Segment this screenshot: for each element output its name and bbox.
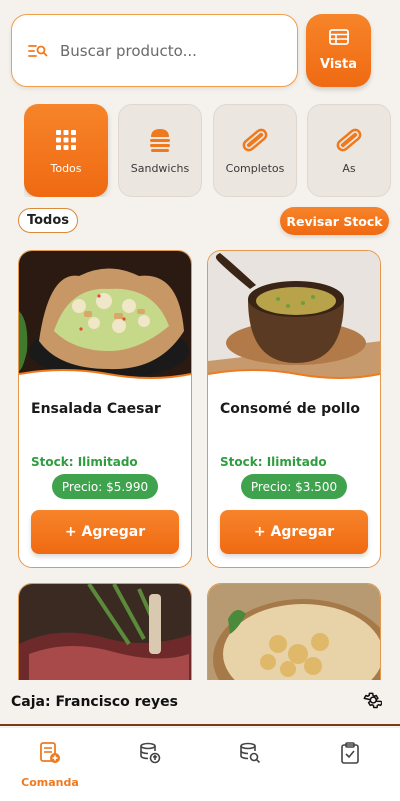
tab-upload[interactable] <box>120 742 180 768</box>
product-card[interactable]: Ensalada Caesar Stock: Ilimitado Precio:… <box>18 250 192 568</box>
category-sandwichs[interactable]: Sandwichs <box>118 104 202 197</box>
table-icon <box>328 29 349 49</box>
product-image <box>208 584 380 680</box>
category-label: As <box>342 162 356 175</box>
product-image <box>19 251 191 381</box>
clipboard-check-icon <box>339 742 361 768</box>
category-scroller[interactable]: Todos Sandwichs Completos As <box>24 104 400 197</box>
product-price: Precio: $5.990 <box>52 474 158 499</box>
tab-checklist[interactable] <box>320 742 380 768</box>
hotdog-icon <box>335 126 363 154</box>
search-list-icon <box>28 42 48 60</box>
tab-comanda[interactable]: Comanda <box>20 742 80 789</box>
search-box[interactable] <box>11 14 298 87</box>
product-card[interactable] <box>207 583 381 680</box>
order-icon <box>39 742 61 768</box>
product-image <box>208 251 380 381</box>
product-card[interactable] <box>18 583 192 680</box>
add-button[interactable]: + Agregar <box>31 510 179 554</box>
grid-icon <box>56 126 76 154</box>
tab-search-db[interactable] <box>220 742 280 768</box>
category-todos[interactable]: Todos <box>24 104 108 197</box>
view-button[interactable]: Vista <box>306 14 371 87</box>
search-input[interactable] <box>60 41 280 60</box>
category-completos[interactable]: Completos <box>213 104 297 197</box>
category-label: Todos <box>50 162 82 175</box>
filter-chip[interactable]: Todos <box>18 208 78 233</box>
database-search-icon <box>239 742 261 768</box>
gear-icon[interactable] <box>362 690 383 714</box>
product-name: Ensalada Caesar <box>31 401 161 417</box>
product-grid[interactable]: Ensalada Caesar Stock: Ilimitado Precio:… <box>0 250 400 680</box>
product-card[interactable]: Consomé de pollo Stock: Ilimitado Precio… <box>207 250 381 568</box>
database-upload-icon <box>139 742 161 768</box>
product-stock: Stock: Ilimitado <box>220 455 327 469</box>
bottom-tab-bar: Comanda <box>0 728 400 801</box>
category-label: Sandwichs <box>130 162 190 175</box>
burger-icon <box>149 126 171 154</box>
category-as[interactable]: As <box>307 104 391 197</box>
cashier-bar: Caja: Francisco reyes <box>0 680 400 726</box>
cashier-label: Caja: Francisco reyes <box>11 694 179 710</box>
view-button-label: Vista <box>319 57 357 72</box>
product-image <box>19 584 191 680</box>
product-stock: Stock: Ilimitado <box>31 455 138 469</box>
hotdog-icon <box>241 126 269 154</box>
add-button[interactable]: + Agregar <box>220 510 368 554</box>
review-stock-button[interactable]: Revisar Stock <box>280 207 389 235</box>
category-label: Completos <box>225 162 285 175</box>
product-name: Consomé de pollo <box>220 401 361 417</box>
tab-label: Comanda <box>21 776 79 789</box>
product-price: Precio: $3.500 <box>241 474 347 499</box>
